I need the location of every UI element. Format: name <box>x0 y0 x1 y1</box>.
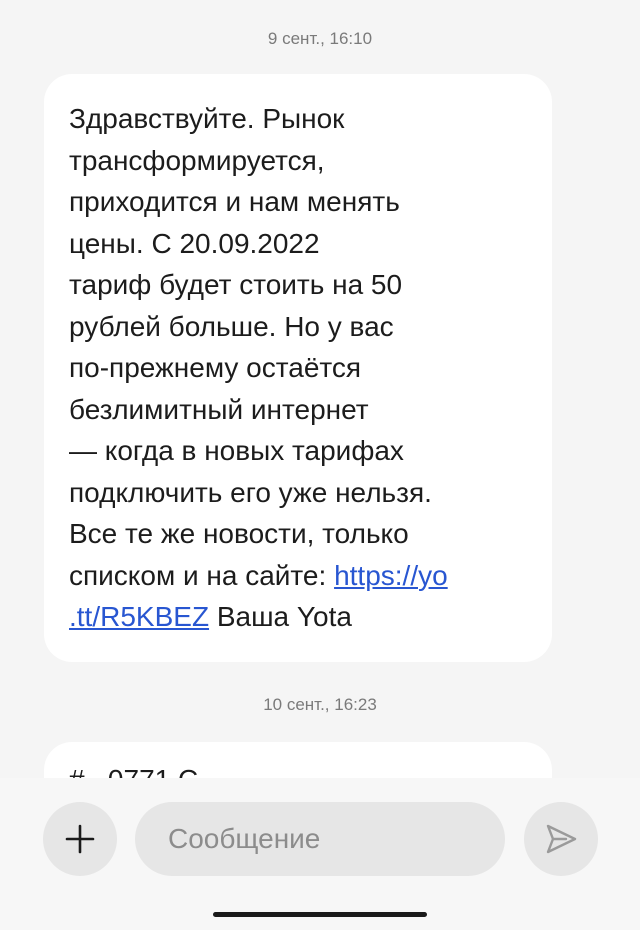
home-indicator[interactable] <box>213 912 427 917</box>
send-button[interactable] <box>524 802 598 876</box>
message-text: Здравствуйте. Рынок трансформируется, пр… <box>44 74 552 662</box>
plus-icon <box>65 824 95 854</box>
message-input-container[interactable] <box>135 802 505 876</box>
message-bubble[interactable]: Здравствуйте. Рынок трансформируется, пр… <box>44 74 552 662</box>
message-thread[interactable]: 9 сент., 16:10 Здравствуйте. Рынок транс… <box>0 0 640 778</box>
message-input[interactable] <box>168 823 488 855</box>
message-timestamp-2: 10 сент., 16:23 <box>263 695 377 714</box>
message-bubble-2[interactable]: #_ 0771 C <box>44 742 552 778</box>
message-timestamp: 9 сент., 16:10 <box>267 29 373 48</box>
message-text-2: #_ 0771 C <box>69 764 198 778</box>
message-signature: Ваша Yota <box>209 601 352 632</box>
send-icon <box>546 824 577 854</box>
message-composer <box>0 778 640 930</box>
message-body: Здравствуйте. Рынок трансформируется, пр… <box>69 103 432 591</box>
add-attachment-button[interactable] <box>43 802 117 876</box>
